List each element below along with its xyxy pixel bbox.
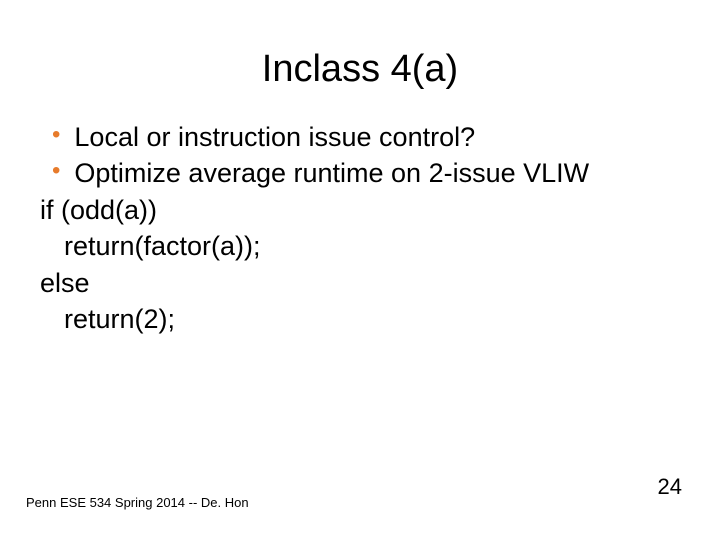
slide: Inclass 4(a) • Local or instruction issu… [0, 0, 720, 540]
bullet-icon: • [40, 155, 74, 187]
code-line: if (odd(a)) [40, 192, 680, 228]
slide-title: Inclass 4(a) [0, 0, 720, 119]
code-line: return(factor(a)); [40, 228, 680, 264]
bullet-text: Optimize average runtime on 2-issue VLIW [74, 155, 589, 191]
bullet-icon: • [40, 119, 74, 151]
list-item: • Optimize average runtime on 2-issue VL… [40, 155, 680, 191]
slide-body: • Local or instruction issue control? • … [0, 119, 720, 338]
list-item: • Local or instruction issue control? [40, 119, 680, 155]
code-line: else [40, 265, 680, 301]
page-number: 24 [658, 474, 682, 500]
footer-text: Penn ESE 534 Spring 2014 -- De. Hon [26, 495, 249, 510]
code-line: return(2); [40, 301, 680, 337]
bullet-list: • Local or instruction issue control? • … [40, 119, 680, 192]
bullet-text: Local or instruction issue control? [74, 119, 475, 155]
